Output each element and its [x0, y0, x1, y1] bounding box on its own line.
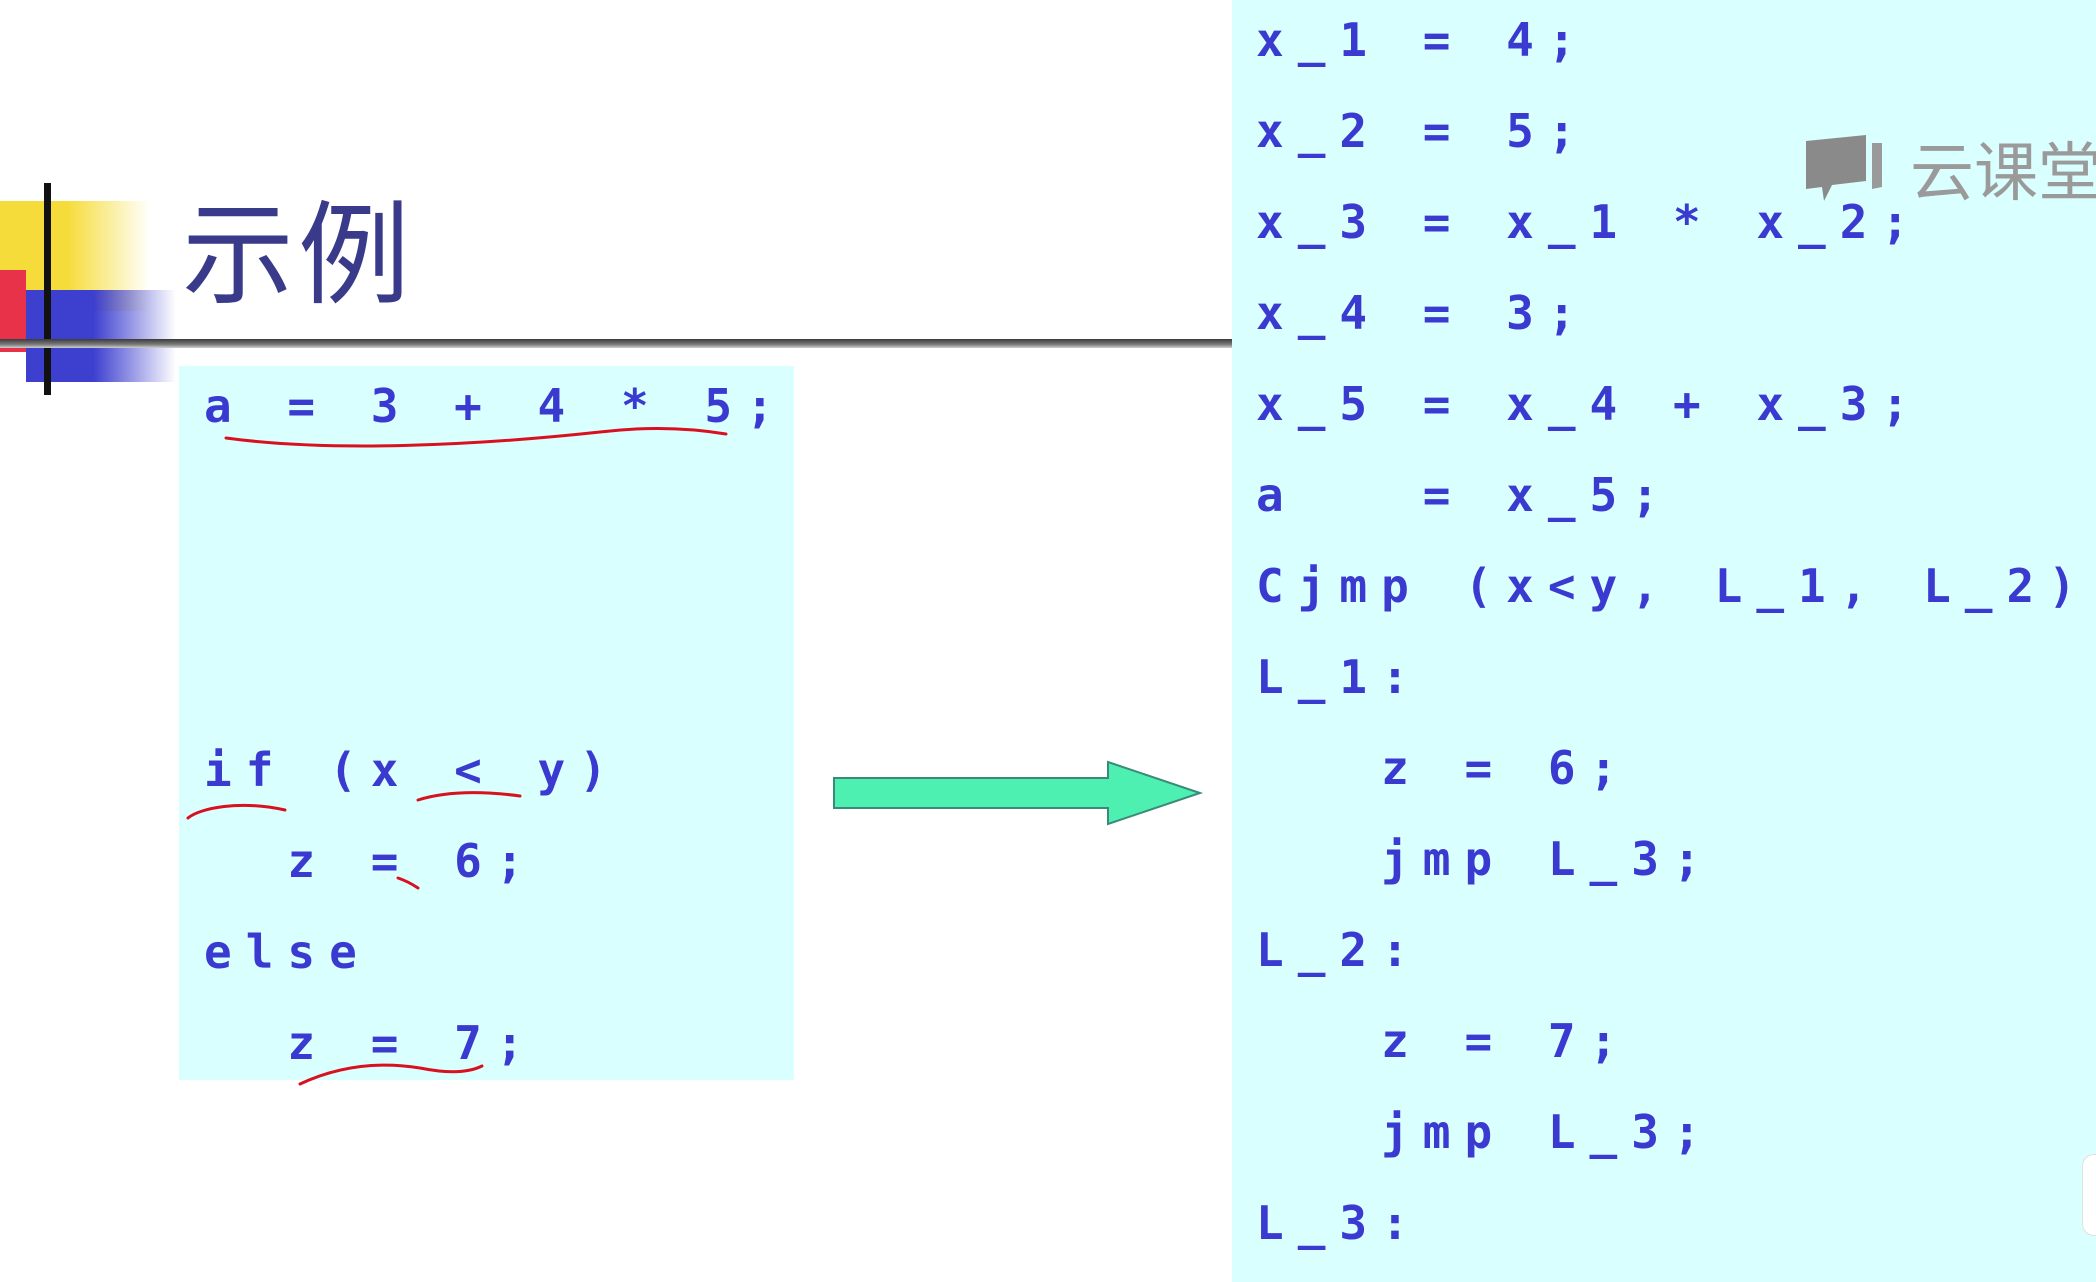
- decor-vertical-bar: [44, 183, 51, 395]
- source-line: z = 6;: [204, 834, 538, 888]
- slide: 示例 a = 3 + 4 * 5; if (x < y) z = 6; else…: [0, 0, 2096, 1282]
- source-line: else: [204, 925, 371, 979]
- source-line: if (x < y): [204, 743, 621, 797]
- watermark-text: 云课堂: [1910, 137, 2096, 211]
- side-panel-handle[interactable]: [2082, 1154, 2096, 1236]
- source-line: z = 7;: [204, 1016, 538, 1070]
- target-line: x_5 = x_4 + x_3;: [1256, 377, 1924, 431]
- watermark: 云课堂: [1802, 122, 2096, 214]
- target-line: z = 6;: [1256, 741, 1632, 795]
- target-line: x_4 = 3;: [1256, 286, 1590, 340]
- target-line: L_2:: [1256, 923, 1423, 977]
- target-line: L_3:: [1256, 1196, 1423, 1250]
- chat-bubble-icon: [1806, 135, 1882, 201]
- source-code-panel: a = 3 + 4 * 5; if (x < y) z = 6; else z …: [179, 366, 794, 1080]
- target-line: jmp L_3;: [1256, 832, 1715, 886]
- target-line: z = 7;: [1256, 1014, 1632, 1068]
- target-line: L_1:: [1256, 650, 1423, 704]
- target-line: x_2 = 5;: [1256, 104, 1590, 158]
- title-divider: [0, 339, 1232, 348]
- slide-title: 示例: [182, 191, 414, 321]
- target-line: x_1 = 4;: [1256, 13, 1590, 67]
- arrow-right-icon: [833, 760, 1204, 826]
- source-line: a = 3 + 4 * 5;: [204, 379, 788, 433]
- target-line: Cjmp (x<y, L_1, L_2);: [1256, 559, 2096, 613]
- target-line: jmp L_3;: [1256, 1105, 1715, 1159]
- target-line: a = x_5;: [1256, 468, 1673, 522]
